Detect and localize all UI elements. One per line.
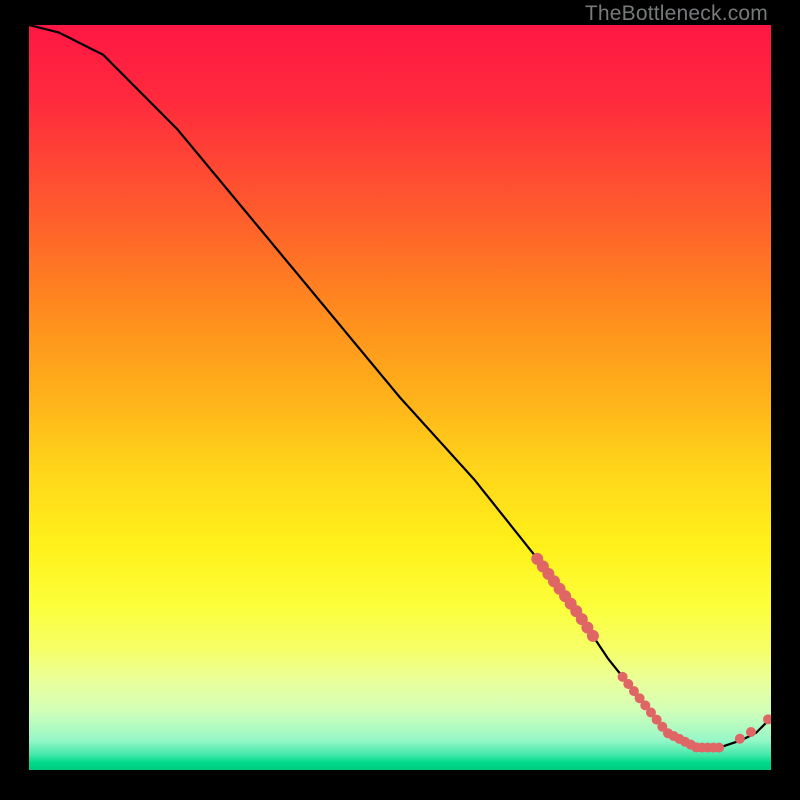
curve-path [29, 25, 771, 748]
bottleneck-curve [29, 25, 771, 770]
data-marker [735, 734, 745, 744]
gradient-plot-area [29, 25, 771, 770]
data-marker [763, 714, 771, 724]
data-marker [587, 630, 599, 642]
watermark-text: TheBottleneck.com [585, 2, 768, 25]
chart-frame: TheBottleneck.com [0, 0, 800, 800]
data-marker [714, 743, 724, 753]
data-marker [746, 727, 756, 737]
